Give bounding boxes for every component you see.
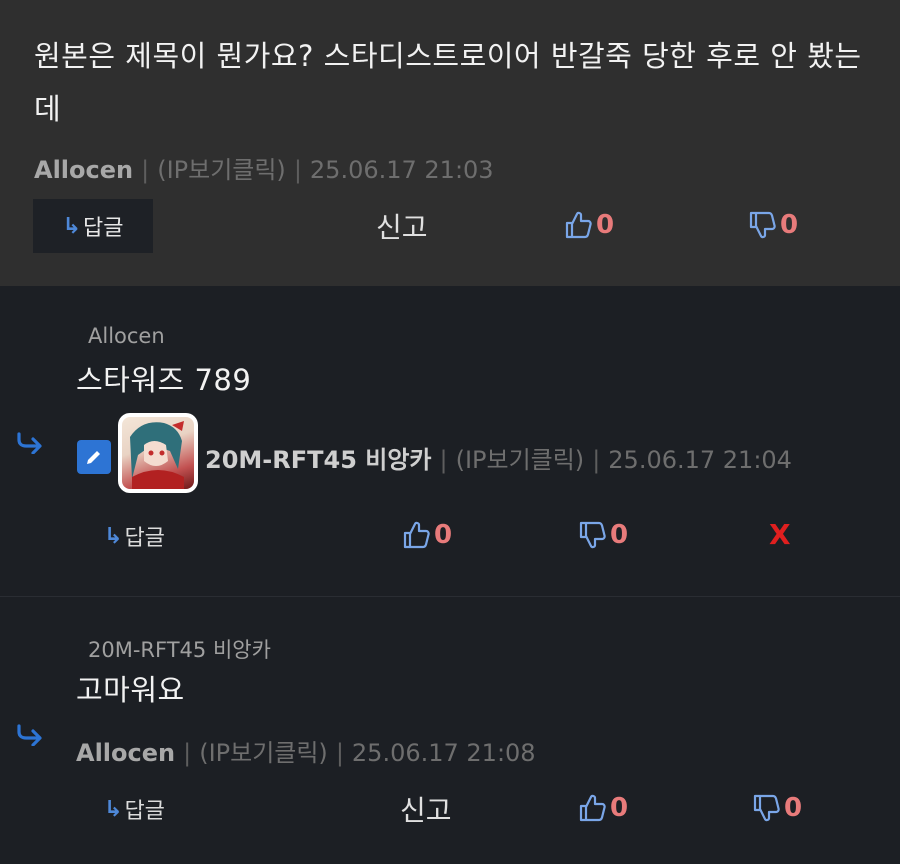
reply-button[interactable]: ↳ 답글 bbox=[33, 199, 153, 253]
like-count: 0 bbox=[596, 210, 615, 240]
report-button[interactable]: 신고 bbox=[400, 789, 452, 829]
reply-author[interactable]: 20M-RFT45 비앙카 bbox=[205, 446, 431, 474]
reply-comment-2: 20M-RFT45 비앙카 고마워요 Allocen | (IP보기클릭) | 25.0… bbox=[0, 597, 900, 864]
report-button[interactable]: 신고 bbox=[376, 206, 428, 246]
dislike-count: 0 bbox=[780, 210, 799, 240]
reply-comment-1: Allocen 스타워즈 789 20M-RFT45 비앙카 | (IP보기클릭) |… bbox=[0, 286, 900, 596]
thumbs-up-icon bbox=[565, 211, 592, 239]
reply-arrow-icon: ↳ bbox=[104, 796, 123, 822]
dislike-button[interactable]: 0 bbox=[578, 520, 628, 550]
like-count: 0 bbox=[610, 793, 629, 823]
thumbs-up-icon bbox=[579, 794, 606, 822]
reply-arrow-icon: ↳ bbox=[104, 523, 123, 549]
pencil-icon bbox=[87, 451, 100, 464]
ip-view-link[interactable]: (IP보기클릭) bbox=[157, 156, 286, 184]
avatar[interactable] bbox=[118, 413, 198, 493]
avatar-image bbox=[122, 417, 194, 489]
like-button[interactable]: 0 bbox=[578, 793, 628, 823]
comment-date: 25.06.17 21:03 bbox=[309, 156, 494, 184]
quoted-author: 20M-RFT45 비앙카 bbox=[88, 638, 271, 662]
comment-author[interactable]: Allocen bbox=[34, 156, 133, 184]
ip-view-link[interactable]: (IP보기클릭) bbox=[456, 446, 585, 474]
reply-button[interactable]: ↳ 답글 bbox=[104, 520, 165, 552]
reply-arrow-icon: ↳ bbox=[62, 213, 81, 239]
delete-button[interactable]: X bbox=[769, 518, 791, 551]
comment-meta: Allocen | (IP보기클릭) | 25.06.17 21:03 bbox=[34, 156, 494, 184]
like-button[interactable]: 0 bbox=[564, 210, 614, 240]
thumbs-down-icon bbox=[579, 521, 606, 549]
reply-button-label: 답글 bbox=[82, 216, 124, 241]
dislike-count: 0 bbox=[784, 793, 803, 823]
thumbs-down-icon bbox=[749, 211, 776, 239]
reply-button-label: 답글 bbox=[124, 799, 165, 824]
like-button[interactable]: 0 bbox=[402, 520, 452, 550]
dislike-count: 0 bbox=[610, 520, 629, 550]
dislike-button[interactable]: 0 bbox=[752, 793, 802, 823]
reply-date: 25.06.17 21:08 bbox=[351, 739, 536, 767]
reply-body: 스타워즈 789 bbox=[76, 363, 252, 397]
edit-button[interactable] bbox=[77, 440, 111, 474]
reply-button[interactable]: ↳ 답글 bbox=[104, 793, 165, 825]
dislike-button[interactable]: 0 bbox=[748, 210, 798, 240]
quoted-author: Allocen bbox=[88, 324, 165, 348]
thumbs-down-icon bbox=[753, 794, 780, 822]
reply-meta: 20M-RFT45 비앙카 | (IP보기클릭) | 25.06.17 21:04 bbox=[205, 446, 792, 474]
comment-top: 원본은 제목이 뭔가요? 스타디스트로이어 반갈죽 당한 후로 안 봤는데 Al… bbox=[0, 0, 900, 286]
reply-arrow-icon bbox=[17, 432, 42, 454]
thumbs-up-icon bbox=[403, 521, 430, 549]
reply-body: 고마워요 bbox=[76, 673, 185, 707]
reply-arrow-icon bbox=[17, 724, 42, 746]
comment-body: 원본은 제목이 뭔가요? 스타디스트로이어 반갈죽 당한 후로 안 봤는데 bbox=[34, 39, 862, 126]
reply-button-label: 답글 bbox=[124, 526, 165, 551]
ip-view-link[interactable]: (IP보기클릭) bbox=[199, 739, 328, 767]
reply-author[interactable]: Allocen bbox=[76, 739, 175, 767]
like-count: 0 bbox=[434, 520, 453, 550]
reply-meta: Allocen | (IP보기클릭) | 25.06.17 21:08 bbox=[76, 739, 536, 767]
reply-date: 25.06.17 21:04 bbox=[608, 446, 792, 474]
